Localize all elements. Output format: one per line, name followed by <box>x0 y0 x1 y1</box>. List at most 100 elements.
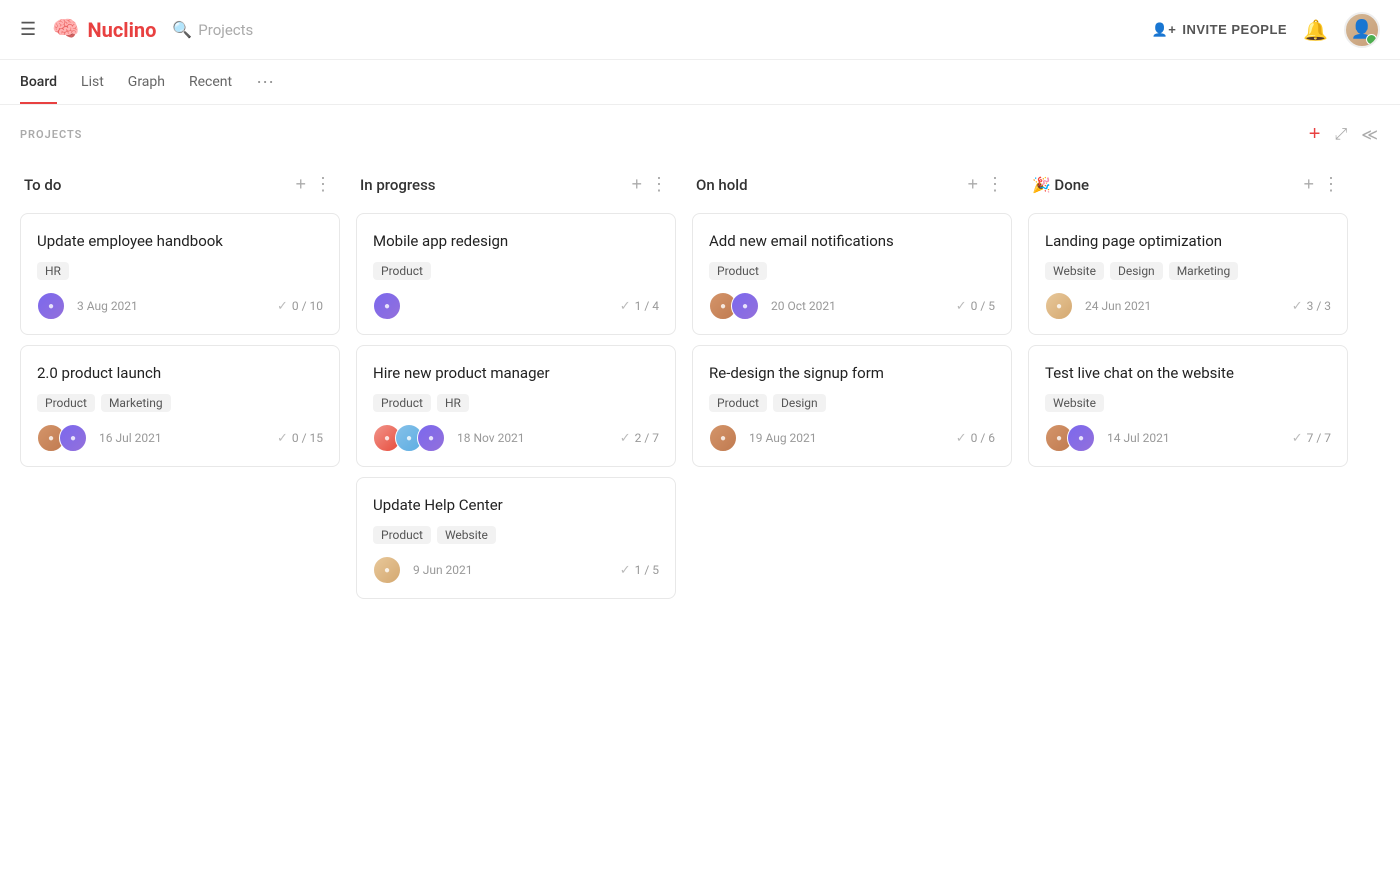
invite-icon: 👤+ <box>1152 22 1177 38</box>
card-title-onhold-1: Re-design the signup form <box>709 364 995 382</box>
tag-hr[interactable]: HR <box>437 394 469 412</box>
card-progress-todo-1: ✓0 / 15 <box>277 431 323 446</box>
card-title-todo-0: Update employee handbook <box>37 232 323 250</box>
expand-button[interactable]: ⤢ <box>1332 124 1349 146</box>
column-done: 🎉 Done+⋮ Landing page optimization Website… <box>1028 164 1348 609</box>
card-date-todo-1: 16 Jul 2021 <box>99 431 269 445</box>
add-card-button-todo[interactable]: + <box>291 172 310 197</box>
add-project-button[interactable]: + <box>1307 121 1323 148</box>
card-progress-done-1: ✓7 / 7 <box>1292 431 1331 446</box>
tag-product[interactable]: Product <box>373 262 431 280</box>
avatar-av3-0: ● <box>373 556 401 584</box>
tag-product[interactable]: Product <box>373 394 431 412</box>
card-title-done-1: Test live chat on the website <box>1045 364 1331 382</box>
checkmark-icon: ✓ <box>277 431 288 446</box>
invite-people-button[interactable]: 👤+ INVITE PEOPLE <box>1152 22 1288 38</box>
card-avatars-inprogress-1: ●●● <box>373 424 445 452</box>
tag-website[interactable]: Website <box>1045 262 1104 280</box>
card-footer-onhold-0: ●● 20 Oct 2021 ✓0 / 5 <box>709 292 995 320</box>
card-avatars-done-0: ● <box>1045 292 1073 320</box>
column-title-todo: To do <box>24 176 291 194</box>
checkmark-icon: ✓ <box>956 299 967 314</box>
card-date-inprogress-2: 9 Jun 2021 <box>413 563 612 577</box>
card-title-onhold-0: Add new email notifications <box>709 232 995 250</box>
card-avatars-todo-0: ● <box>37 292 65 320</box>
tag-design[interactable]: Design <box>773 394 826 412</box>
projects-actions: + ⤢ ≪ <box>1307 121 1380 148</box>
logo-text: Nuclino <box>88 18 157 42</box>
tab-board[interactable]: Board <box>20 60 57 104</box>
checkmark-icon: ✓ <box>620 431 631 446</box>
avatar-av1-1: ● <box>59 424 87 452</box>
notifications-bell-icon[interactable]: 🔔 <box>1303 18 1328 42</box>
card-footer-done-1: ●●14 Jul 2021✓7 / 7 <box>1045 424 1331 452</box>
progress-text-inprogress-0: 1 / 4 <box>635 299 659 313</box>
user-avatar[interactable]: 👤 <box>1344 12 1380 48</box>
card-tags-onhold-0: Product <box>709 262 995 280</box>
tabs-more-icon[interactable]: ⋯ <box>256 72 274 93</box>
card-progress-onhold-1: ✓0 / 6 <box>956 431 995 446</box>
card-inprogress-0[interactable]: Mobile app redesignProduct●✓1 / 4 <box>356 213 676 335</box>
tag-marketing[interactable]: Marketing <box>1169 262 1239 280</box>
avatar-av1-2: ● <box>417 424 445 452</box>
card-date-todo-0: 3 Aug 2021 <box>77 299 269 313</box>
tag-website[interactable]: Website <box>1045 394 1104 412</box>
tag-product[interactable]: Product <box>709 394 767 412</box>
tag-product[interactable]: Product <box>37 394 95 412</box>
hamburger-icon[interactable]: ☰ <box>20 19 36 40</box>
search-area[interactable]: 🔍 Projects <box>172 20 253 39</box>
tag-design[interactable]: Design <box>1110 262 1163 280</box>
card-avatars-todo-1: ●● <box>37 424 87 452</box>
card-done-0[interactable]: Landing page optimization Website Design Ma… <box>1028 213 1348 335</box>
column-header-todo: To do+⋮ <box>20 164 340 205</box>
collapse-button[interactable]: ≪ <box>1359 123 1380 147</box>
card-todo-0[interactable]: Update employee handbook HR ● 3 Aug 2021 ✓ 0 … <box>20 213 340 335</box>
projects-label: PROJECTS <box>20 128 1307 141</box>
column-more-button-inprogress[interactable]: ⋮ <box>646 172 672 197</box>
search-icon: 🔍 <box>172 20 192 39</box>
column-title-onhold: On hold <box>696 176 963 194</box>
tag-marketing[interactable]: Marketing <box>101 394 171 412</box>
avatar-face-icon: 👤 <box>1351 19 1373 40</box>
column-title-done: 🎉 Done <box>1032 176 1299 194</box>
tab-graph[interactable]: Graph <box>128 60 165 104</box>
card-title-inprogress-0: Mobile app redesign <box>373 232 659 250</box>
column-more-button-onhold[interactable]: ⋮ <box>982 172 1008 197</box>
tag-hr[interactable]: HR <box>37 262 69 280</box>
card-inprogress-1[interactable]: Hire new product managerProductHR●●●18 N… <box>356 345 676 467</box>
checkmark-icon: ✓ <box>277 299 288 314</box>
column-more-button-todo[interactable]: ⋮ <box>310 172 336 197</box>
checkmark-icon: ✓ <box>1292 299 1303 314</box>
tag-website[interactable]: Website <box>437 526 496 544</box>
avatar-av1-0: ● <box>37 292 65 320</box>
card-onhold-0[interactable]: Add new email notifications Product ●● 20 O… <box>692 213 1012 335</box>
tag-product[interactable]: Product <box>373 526 431 544</box>
card-onhold-1[interactable]: Re-design the signup formProductDesign●1… <box>692 345 1012 467</box>
header: ☰ 🧠 Nuclino 🔍 Projects 👤+ INVITE PEOPLE … <box>0 0 1400 60</box>
progress-text-todo-0: 0 / 10 <box>292 299 323 313</box>
tab-recent[interactable]: Recent <box>189 60 232 104</box>
checkmark-icon: ✓ <box>620 299 631 314</box>
column-more-button-done[interactable]: ⋮ <box>1318 172 1344 197</box>
card-inprogress-2[interactable]: Update Help CenterProductWebsite●9 Jun 2… <box>356 477 676 599</box>
card-todo-1[interactable]: 2.0 product launchProductMarketing●●16 J… <box>20 345 340 467</box>
tag-product[interactable]: Product <box>709 262 767 280</box>
card-progress-inprogress-1: ✓ 2 / 7 <box>620 431 659 446</box>
progress-text-inprogress-1: 2 / 7 <box>635 431 659 445</box>
add-card-button-inprogress[interactable]: + <box>627 172 646 197</box>
card-progress-onhold-0: ✓0 / 5 <box>956 299 995 314</box>
card-date-onhold-0: 20 Oct 2021 <box>771 299 948 313</box>
add-card-button-onhold[interactable]: + <box>963 172 982 197</box>
card-done-1[interactable]: Test live chat on the website Website ●●14… <box>1028 345 1348 467</box>
checkmark-icon: ✓ <box>1292 431 1303 446</box>
tab-list[interactable]: List <box>81 60 104 104</box>
card-progress-todo-0: ✓ 0 / 10 <box>277 299 323 314</box>
column-header-done: 🎉 Done+⋮ <box>1028 164 1348 205</box>
card-avatars-onhold-0: ●● <box>709 292 759 320</box>
column-inprogress: In progress+⋮Mobile app redesignProduct●… <box>356 164 676 609</box>
add-card-button-done[interactable]: + <box>1299 172 1318 197</box>
progress-text-onhold-1: 0 / 6 <box>971 431 995 445</box>
logo[interactable]: 🧠 Nuclino <box>52 17 156 42</box>
header-left: ☰ 🧠 Nuclino 🔍 Projects <box>20 17 1152 42</box>
card-title-done-0: Landing page optimization <box>1045 232 1331 250</box>
